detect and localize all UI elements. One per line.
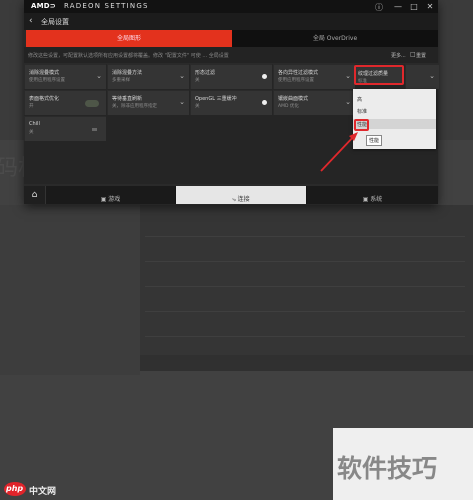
more-link[interactable]: 更多...	[391, 52, 406, 59]
page-title: 全局设置	[41, 18, 69, 26]
watermark-text: 软件技巧	[337, 454, 438, 483]
chevron-down-icon: ⌄	[179, 98, 185, 106]
option-tooltip: 性能	[366, 135, 383, 146]
nav-bar: ‹ 全局设置	[24, 13, 438, 30]
reset-button[interactable]: 重置	[416, 52, 426, 59]
system-label: 系统	[370, 196, 383, 203]
tab-global-graphics[interactable]: 全局图形	[26, 30, 232, 47]
system-button[interactable]: ▣ 系统	[307, 186, 438, 204]
title-bar: AMD⊃ RADEON SETTINGS ⓘ — □ ✕	[24, 0, 438, 13]
php-logo-text: php	[6, 484, 24, 493]
amd-logo: AMD⊃	[31, 2, 56, 10]
tile-value: 使用应用程序设置	[29, 78, 65, 83]
tile-label: 消除混叠方法	[112, 70, 143, 76]
tile-value: AMD 优化	[278, 104, 299, 109]
tile-value: 关	[29, 130, 34, 135]
toggle-switch[interactable]	[262, 74, 267, 79]
connect-button[interactable]: ⤷ 连接	[176, 186, 306, 204]
chevron-down-icon: ⌄	[345, 98, 351, 106]
tile-value: 标准	[358, 79, 367, 84]
tab-label: 全局 OverDrive	[312, 35, 358, 42]
app-title: RADEON SETTINGS	[64, 2, 149, 10]
tile-value: 开	[29, 104, 34, 109]
tile-value: 多重采样	[112, 78, 130, 83]
connect-label: 连接	[237, 196, 250, 203]
tile-vsync[interactable]: 等待垂直刷新 关，除非应用程序指定 ⌄	[107, 90, 189, 115]
tile-label: 表面格式优化	[29, 96, 60, 102]
minimize-icon[interactable]: —	[393, 2, 403, 11]
dropdown-option-high[interactable]: 高	[357, 96, 362, 103]
background-sidebar	[0, 205, 140, 375]
tile-texture-quality-arrow[interactable]: ⌄	[405, 64, 439, 89]
chevron-down-icon: ⌄	[179, 72, 185, 80]
background-row	[145, 220, 465, 237]
toggle-switch-on[interactable]	[85, 100, 99, 107]
background-bottom-bar	[140, 355, 473, 371]
tile-morphological-filter[interactable]: 形态过滤 关	[190, 64, 272, 89]
chevron-down-icon: ⌄	[429, 72, 435, 80]
tile-surface-format[interactable]: 表面格式优化 开	[24, 90, 106, 115]
tile-label: OpenGL 三重缓冲	[195, 96, 237, 102]
games-button[interactable]: ▣ 游戏	[46, 186, 175, 204]
info-text: 修改这些设置，可配置默认选项所有应用设置都将覆盖。修改 "配置文件" 可使 ..…	[28, 53, 229, 59]
toggle-switch[interactable]	[262, 100, 267, 105]
chevron-down-icon: ⌄	[96, 72, 102, 80]
info-icon[interactable]: ⓘ	[374, 2, 384, 13]
tile-value: 关	[195, 104, 200, 109]
tile-value: 关	[195, 78, 200, 83]
tile-label: 镶嵌曲面模式	[278, 96, 309, 102]
games-label: 游戏	[108, 196, 121, 203]
php-site-name: 中文网	[29, 487, 57, 497]
bottom-nav-bar: ⌂ ▣ 游戏 ⤷ 连接 ▣ 系统	[24, 186, 438, 204]
tile-anisotropic-mode[interactable]: 各向异性过滤模式 使用应用程序设置 ⌄	[273, 64, 355, 89]
chevron-down-icon: ⌄	[345, 72, 351, 80]
dropdown-option-standard[interactable]: 标准	[357, 108, 367, 115]
tile-label: 各向异性过滤模式	[278, 70, 319, 76]
annotation-arrow	[320, 132, 358, 172]
tile-value: 关，除非应用程序指定	[112, 104, 157, 109]
tile-label: 消除混叠模式	[29, 70, 60, 76]
tile-value: 使用应用程序设置	[278, 78, 314, 83]
tile-label: 等待垂直刷新	[112, 96, 143, 102]
tile-opengl-triple-buffer[interactable]: OpenGL 三重缓冲 关	[190, 90, 272, 115]
tile-aa-method[interactable]: 消除混叠方法 多重采样 ⌄	[107, 64, 189, 89]
tile-label: 形态过滤	[195, 70, 216, 76]
home-button[interactable]: ⌂	[24, 186, 46, 204]
background-row	[145, 320, 465, 337]
maximize-icon[interactable]: □	[409, 2, 419, 11]
tile-chill[interactable]: Chill 关	[24, 116, 106, 141]
tile-aa-mode[interactable]: 消除混叠模式 使用应用程序设置 ⌄	[24, 64, 106, 89]
tile-label: 纹理过滤质量	[358, 71, 389, 77]
back-arrow-icon[interactable]: ‹	[29, 16, 33, 26]
tile-label: Chill	[29, 121, 40, 127]
background-row	[145, 295, 465, 312]
tab-global-overdrive[interactable]: 全局 OverDrive	[232, 30, 438, 47]
tile-tessellation-mode[interactable]: 镶嵌曲面模式 AMD 优化 ⌄	[273, 90, 355, 115]
background-row	[145, 245, 465, 262]
background-row	[145, 270, 465, 287]
info-bar: 修改这些设置，可配置默认选项所有应用设置都将覆盖。修改 "配置文件" 可使 ..…	[24, 47, 438, 63]
toggle-switch[interactable]	[92, 128, 97, 131]
tab-label: 全局图形	[116, 35, 141, 42]
home-icon: ⌂	[31, 190, 38, 200]
tile-texture-quality[interactable]: 纹理过滤质量 标准	[354, 65, 404, 85]
close-icon[interactable]: ✕	[425, 2, 435, 11]
reset-icon: □	[410, 51, 416, 58]
